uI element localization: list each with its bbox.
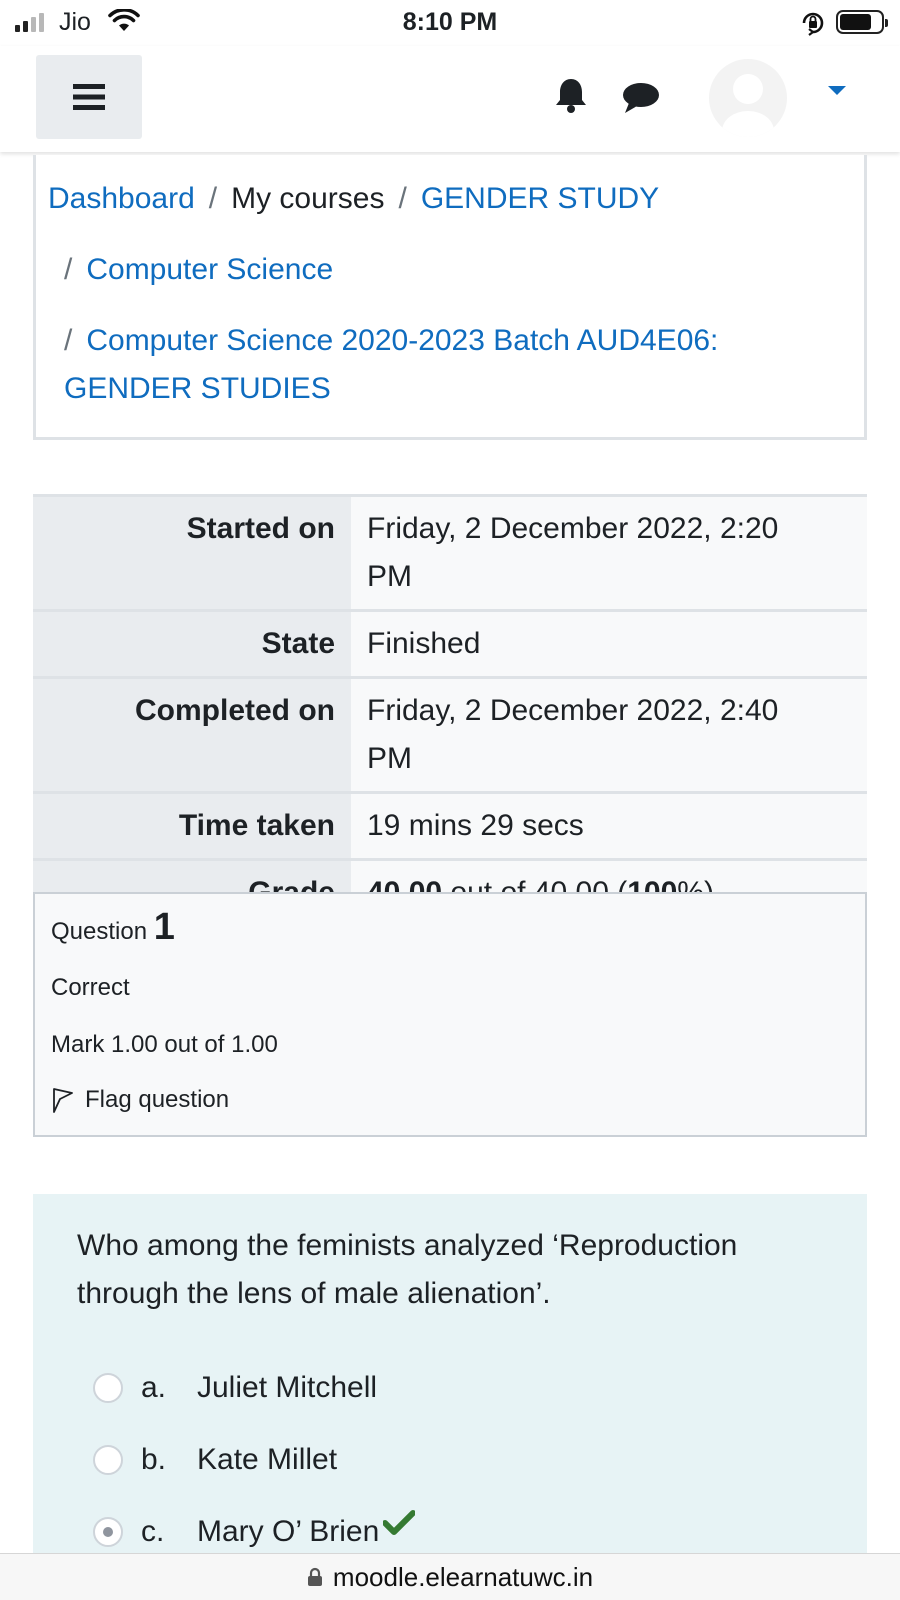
- answer-text: Mary O’ Brien: [197, 1515, 380, 1548]
- quiz-summary-table: Started on Friday, 2 December 2022, 2:20…: [33, 494, 867, 925]
- question-mark: Mark 1.00 out of 1.00: [51, 1031, 278, 1058]
- check-icon: [383, 1510, 416, 1535]
- breadcrumb-course-cont[interactable]: GENDER STUDIES: [64, 372, 331, 405]
- orientation-lock-icon: [800, 10, 826, 41]
- question-text: Who among the feminists analyzed ‘Reprod…: [77, 1229, 738, 1310]
- breadcrumb-gender-study[interactable]: GENDER STUDY: [421, 182, 659, 215]
- question-state: Correct: [51, 974, 130, 1001]
- question-info: Question 1 Correct Mark 1.00 out of 1.00…: [33, 892, 867, 1137]
- bell-icon[interactable]: [553, 76, 589, 119]
- answer-option[interactable]: c. Mary O’ Brien: [93, 1510, 416, 1549]
- flag-icon: [53, 1088, 73, 1113]
- state-label: State: [33, 609, 351, 678]
- breadcrumb-computer-science[interactable]: Computer Science: [86, 253, 333, 286]
- navbar: [0, 46, 900, 152]
- breadcrumb-separator: /: [64, 253, 73, 286]
- answer-option[interactable]: b. Kate Millet: [93, 1443, 337, 1477]
- completed-on-value: Friday, 2 December 2022, 2:40 PM: [351, 676, 867, 793]
- question-number: Question 1: [51, 906, 175, 948]
- breadcrumb-separator: /: [398, 182, 407, 215]
- chat-icon[interactable]: [621, 81, 661, 120]
- time-taken-value: 19 mins 29 secs: [351, 791, 867, 860]
- breadcrumb-separator: /: [208, 182, 218, 215]
- breadcrumb-my-courses: My courses: [231, 182, 385, 215]
- avatar[interactable]: [709, 59, 787, 137]
- breadcrumb-dashboard[interactable]: Dashboard: [48, 182, 195, 215]
- chevron-down-icon[interactable]: [828, 86, 846, 95]
- question-content: Who among the feminists analyzed ‘Reprod…: [33, 1194, 867, 1554]
- answer-letter: b.: [141, 1443, 167, 1476]
- flag-question-button[interactable]: Flag question: [51, 1086, 229, 1114]
- lock-icon: [307, 1567, 322, 1586]
- url-bar[interactable]: moodle.elearnatuwc.in: [0, 1553, 900, 1600]
- table-row: Completed on Friday, 2 December 2022, 2:…: [33, 676, 867, 793]
- answer-letter: a.: [141, 1371, 167, 1404]
- answer-text: Kate Millet: [197, 1443, 338, 1476]
- completed-on-label: Completed on: [33, 676, 351, 793]
- flag-question-label: Flag question: [85, 1086, 230, 1113]
- breadcrumb: Dashboard / My courses / GENDER STUDY / Compu…: [33, 155, 867, 440]
- battery-icon: [836, 10, 888, 34]
- table-row: Started on Friday, 2 December 2022, 2:20…: [33, 494, 867, 611]
- time-taken-label: Time taken: [33, 791, 351, 860]
- state-value: Finished: [351, 609, 867, 678]
- table-row: State Finished: [33, 609, 867, 678]
- radio-button[interactable]: [93, 1445, 123, 1475]
- answer-letter: c.: [141, 1515, 165, 1548]
- menu-button[interactable]: [36, 55, 142, 139]
- clock: 8:10 PM: [402, 8, 498, 36]
- status-bar: Jio 8:10 PM: [0, 0, 900, 46]
- breadcrumb-separator: /: [64, 324, 73, 357]
- radio-button[interactable]: [93, 1373, 123, 1403]
- started-on-label: Started on: [33, 494, 351, 611]
- answer-option[interactable]: a. Juliet Mitchell: [93, 1371, 377, 1405]
- menu-icon: [73, 84, 105, 110]
- breadcrumb-course[interactable]: Computer Science 2020-2023 Batch AUD4E06…: [86, 324, 718, 357]
- url-text: moodle.elearnatuwc.in: [332, 1561, 594, 1592]
- started-on-value: Friday, 2 December 2022, 2:20 PM: [351, 494, 867, 611]
- radio-button-selected[interactable]: [93, 1517, 123, 1547]
- table-row: Time taken 19 mins 29 secs: [33, 791, 867, 860]
- answer-text: Juliet Mitchell: [197, 1371, 378, 1404]
